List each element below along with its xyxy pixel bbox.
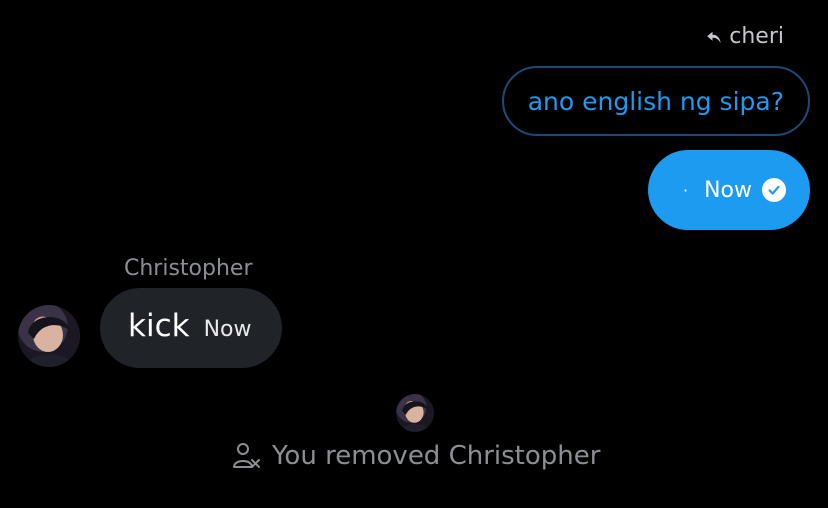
sender-name: Christopher [124,256,253,281]
reply-arrow-icon [705,28,723,46]
check-circle-icon [762,178,786,202]
sent-message-bubble[interactable]: · Now [648,150,810,230]
reply-reference[interactable]: cheri [705,24,784,49]
system-event: You removed Christopher [230,440,600,472]
system-event-text: You removed Christopher [272,441,601,471]
quoted-message-text: ano english ng sipa? [527,86,784,116]
user-remove-icon [230,440,262,472]
event-avatar [396,394,434,432]
reply-reference-name: cheri [729,24,784,49]
sender-avatar[interactable] [18,305,80,367]
quoted-message-bubble[interactable]: ano english ng sipa? [501,66,810,136]
received-message-bubble[interactable]: kick Now [100,288,282,368]
received-message-timestamp: Now [203,317,252,342]
received-message-text: kick [128,308,190,344]
sent-message-timestamp: Now [704,177,752,203]
separator-dot: · [682,180,689,200]
